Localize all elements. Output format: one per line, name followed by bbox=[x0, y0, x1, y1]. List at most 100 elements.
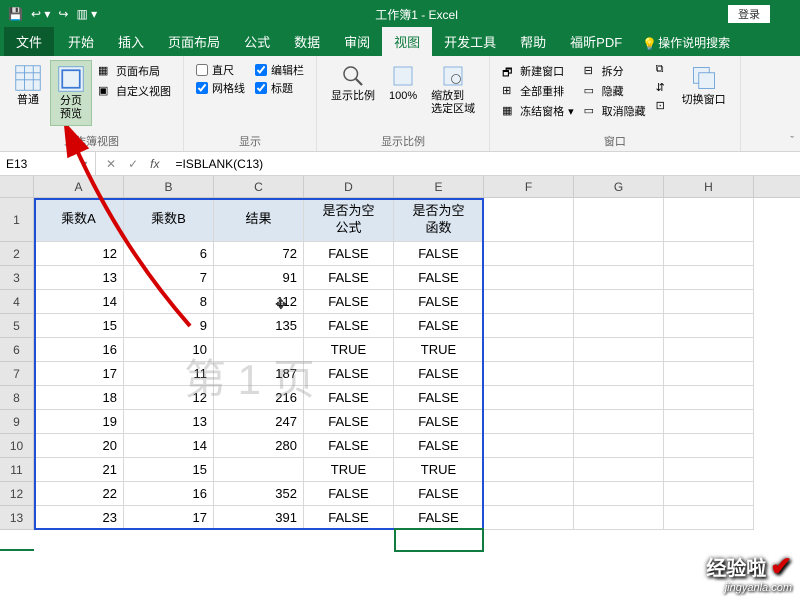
cell[interactable]: 187 bbox=[214, 362, 304, 386]
cell[interactable]: 91 bbox=[214, 266, 304, 290]
cell[interactable]: FALSE bbox=[304, 290, 394, 314]
cell[interactable] bbox=[484, 482, 574, 506]
formula-input[interactable]: =ISBLANK(C13) bbox=[169, 157, 800, 171]
cell[interactable] bbox=[574, 362, 664, 386]
row-header-9[interactable]: 9 bbox=[0, 410, 33, 434]
name-box-dropdown-icon[interactable]: ▼ bbox=[80, 159, 89, 169]
cell[interactable]: 17 bbox=[124, 506, 214, 530]
cell[interactable] bbox=[484, 314, 574, 338]
col-header-D[interactable]: D bbox=[304, 176, 394, 197]
cell[interactable]: FALSE bbox=[394, 362, 484, 386]
enter-icon[interactable]: ✓ bbox=[128, 157, 138, 171]
sync-scroll-button[interactable]: ⇵ bbox=[654, 80, 672, 96]
row-header-8[interactable]: 8 bbox=[0, 386, 33, 410]
undo-icon[interactable]: ↩ ▾ bbox=[31, 7, 50, 21]
cell[interactable] bbox=[664, 482, 754, 506]
cell[interactable] bbox=[664, 290, 754, 314]
cell[interactable]: 216 bbox=[214, 386, 304, 410]
col-header-E[interactable]: E bbox=[394, 176, 484, 197]
cell[interactable]: 17 bbox=[34, 362, 124, 386]
cell[interactable]: 13 bbox=[34, 266, 124, 290]
select-all-corner[interactable] bbox=[0, 176, 34, 198]
cell[interactable] bbox=[484, 198, 574, 242]
split-button[interactable]: ⊟拆分 bbox=[582, 62, 648, 80]
tab-help[interactable]: 帮助 bbox=[508, 27, 558, 56]
cell[interactable]: FALSE bbox=[394, 434, 484, 458]
tell-me-search[interactable]: 💡 操作说明搜索 bbox=[634, 29, 738, 56]
cell[interactable]: 11 bbox=[124, 362, 214, 386]
cell[interactable]: FALSE bbox=[304, 434, 394, 458]
cell[interactable]: TRUE bbox=[394, 338, 484, 362]
switch-windows-button[interactable]: 切换窗口 bbox=[676, 60, 732, 111]
cell[interactable]: 18 bbox=[34, 386, 124, 410]
row-header-7[interactable]: 7 bbox=[0, 362, 33, 386]
tab-home[interactable]: 开始 bbox=[56, 27, 106, 56]
cell[interactable] bbox=[484, 410, 574, 434]
cell[interactable] bbox=[664, 198, 754, 242]
gridlines-checkbox[interactable]: 网格线 bbox=[196, 80, 245, 96]
cell[interactable] bbox=[574, 266, 664, 290]
reset-position-button[interactable]: ⊡ bbox=[654, 98, 672, 114]
cell[interactable]: FALSE bbox=[394, 482, 484, 506]
cell[interactable]: 280 bbox=[214, 434, 304, 458]
cell[interactable] bbox=[484, 506, 574, 530]
cell[interactable]: FALSE bbox=[394, 410, 484, 434]
header-cell[interactable]: 是否为空 函数 bbox=[394, 198, 484, 242]
row-header-4[interactable]: 4 bbox=[0, 290, 33, 314]
cell[interactable]: 14 bbox=[34, 290, 124, 314]
cell[interactable] bbox=[484, 242, 574, 266]
row-header-12[interactable]: 12 bbox=[0, 482, 33, 506]
cell[interactable]: FALSE bbox=[394, 506, 484, 530]
gridlines-check[interactable] bbox=[196, 82, 208, 94]
col-header-G[interactable]: G bbox=[574, 176, 664, 197]
cell[interactable] bbox=[664, 410, 754, 434]
tab-formulas[interactable]: 公式 bbox=[232, 27, 282, 56]
custom-views-button[interactable]: ▣自定义视图 bbox=[96, 82, 173, 100]
col-header-H[interactable]: H bbox=[664, 176, 754, 197]
row-header-5[interactable]: 5 bbox=[0, 314, 33, 338]
cell[interactable]: 112 bbox=[214, 290, 304, 314]
cell[interactable]: 13 bbox=[124, 410, 214, 434]
cell[interactable] bbox=[574, 506, 664, 530]
cell[interactable] bbox=[214, 458, 304, 482]
freeze-panes-button[interactable]: ▦冻结窗格 ▾ bbox=[500, 102, 576, 120]
redo-icon[interactable]: ↪ bbox=[58, 7, 68, 21]
cell[interactable]: FALSE bbox=[394, 266, 484, 290]
row-header-11[interactable]: 11 bbox=[0, 458, 33, 482]
cell[interactable]: 10 bbox=[124, 338, 214, 362]
cell[interactable] bbox=[664, 338, 754, 362]
page-break-preview-button[interactable]: 分页 预览 bbox=[50, 60, 92, 126]
cell[interactable] bbox=[664, 266, 754, 290]
tab-review[interactable]: 审阅 bbox=[332, 27, 382, 56]
cell[interactable]: 247 bbox=[214, 410, 304, 434]
cell[interactable] bbox=[664, 458, 754, 482]
header-cell[interactable]: 乘数A bbox=[34, 198, 124, 242]
page-layout-button[interactable]: ▦页面布局 bbox=[96, 62, 173, 80]
qat-more-icon[interactable]: ▥ ▾ bbox=[76, 7, 97, 21]
cell[interactable] bbox=[664, 506, 754, 530]
cell[interactable] bbox=[574, 434, 664, 458]
cell[interactable]: 14 bbox=[124, 434, 214, 458]
cell[interactable]: 20 bbox=[34, 434, 124, 458]
save-icon[interactable]: 💾 bbox=[8, 7, 23, 21]
cell[interactable] bbox=[574, 242, 664, 266]
cell[interactable]: 9 bbox=[124, 314, 214, 338]
ruler-check[interactable] bbox=[196, 64, 208, 76]
cell[interactable] bbox=[574, 458, 664, 482]
cell[interactable]: 16 bbox=[124, 482, 214, 506]
formula-bar-check[interactable] bbox=[255, 64, 267, 76]
normal-view-button[interactable]: 普通 bbox=[8, 60, 48, 111]
login-button[interactable]: 登录 bbox=[728, 5, 770, 23]
col-header-A[interactable]: A bbox=[34, 176, 124, 197]
side-by-side-button[interactable]: ⧉ bbox=[654, 62, 672, 78]
cell[interactable]: FALSE bbox=[304, 266, 394, 290]
tab-developer[interactable]: 开发工具 bbox=[432, 27, 508, 56]
cell[interactable] bbox=[574, 386, 664, 410]
zoom-selection-button[interactable]: 缩放到 选定区域 bbox=[425, 60, 481, 120]
cancel-icon[interactable]: ✕ bbox=[106, 157, 116, 171]
row-header-3[interactable]: 3 bbox=[0, 266, 33, 290]
cell[interactable] bbox=[574, 338, 664, 362]
cell[interactable]: FALSE bbox=[304, 506, 394, 530]
cell[interactable]: 21 bbox=[34, 458, 124, 482]
formula-bar-checkbox[interactable]: 编辑栏 bbox=[255, 62, 304, 78]
